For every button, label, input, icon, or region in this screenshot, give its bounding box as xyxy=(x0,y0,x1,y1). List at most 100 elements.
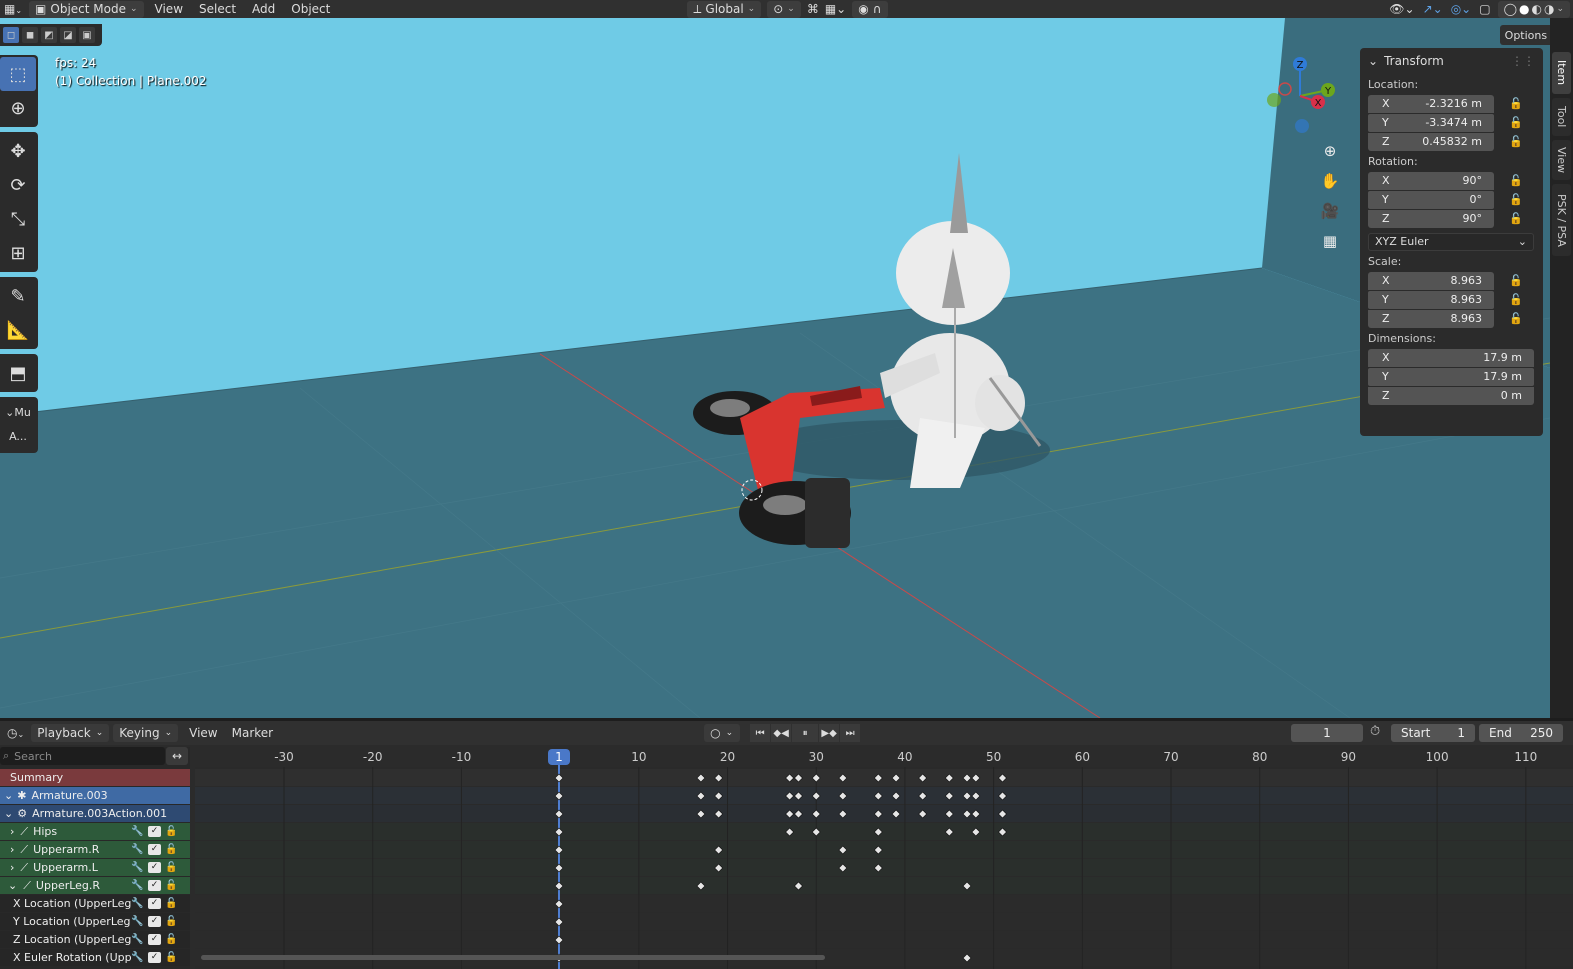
mute-checkbox[interactable]: ✓ xyxy=(148,934,161,945)
fcurve-x-location[interactable]: X Location (UpperLeg 🔧 ✓ 🔓 xyxy=(0,895,190,912)
menu-add[interactable]: Add xyxy=(244,0,283,18)
zoom-icon[interactable]: ⊕ xyxy=(1317,138,1343,164)
scale-y-field[interactable]: Y 8.963 xyxy=(1368,290,1494,309)
select-intersect-icon[interactable]: ▣ xyxy=(79,27,95,43)
chevron-down-icon[interactable]: ⌄ xyxy=(1556,1,1564,18)
keying-menu[interactable]: Keying ⌄ xyxy=(113,724,179,742)
start-frame-field[interactable]: Start 1 xyxy=(1391,724,1475,742)
lock-icon[interactable]: 🔓 xyxy=(165,934,178,945)
wireframe-shading-icon[interactable]: ◯ xyxy=(1504,1,1517,18)
lock-icon[interactable]: 🔓 xyxy=(1506,116,1526,129)
modifier-wrench-icon[interactable]: 🔧 xyxy=(131,952,144,963)
keyframe-area[interactable]: -30 -20 -10 10 20 30 40 50 60 70 80 90 100 110 1 xyxy=(195,747,1573,969)
scale-x-field[interactable]: X 8.963 xyxy=(1368,271,1494,290)
pan-hand-icon[interactable]: ✋ xyxy=(1317,168,1343,194)
pause-icon[interactable]: ⏸ xyxy=(792,724,819,742)
mute-checkbox[interactable]: ✓ xyxy=(148,862,161,873)
modifier-wrench-icon[interactable]: 🔧 xyxy=(131,934,144,945)
channel-group-upperarm-r[interactable]: › ⟋ Upperarm.R 🔧 ✓ 🔓 xyxy=(0,841,190,858)
lock-icon[interactable]: 🔓 xyxy=(165,898,178,909)
location-y-field[interactable]: Y -3.3474 m xyxy=(1368,113,1494,132)
perspective-toggle-icon[interactable]: ▦ xyxy=(1317,228,1343,254)
channel-armature[interactable]: ⌄ ✱ Armature.003 xyxy=(0,787,190,804)
measure-tool-icon[interactable]: 📐 xyxy=(0,313,36,347)
channel-action[interactable]: ⌄ ⚙ Armature.003Action.001 xyxy=(0,805,190,822)
modifier-wrench-icon[interactable]: 🔧 xyxy=(131,880,144,891)
lock-icon[interactable]: 🔓 xyxy=(165,880,178,891)
mini-tool-header[interactable]: ⌄ Mu xyxy=(0,401,36,423)
lock-icon[interactable]: 🔓 xyxy=(1506,212,1526,225)
horizontal-scrollbar[interactable] xyxy=(201,955,825,960)
jump-key-forward-icon[interactable]: ▶◆ xyxy=(819,724,840,742)
channel-group-upperarm-l[interactable]: › ⟋ Upperarm.L 🔧 ✓ 🔓 xyxy=(0,859,190,876)
menu-view[interactable]: View xyxy=(147,0,191,18)
modifier-wrench-icon[interactable]: 🔧 xyxy=(131,916,144,927)
lock-icon[interactable]: 🔓 xyxy=(165,844,178,855)
transform-panel-header[interactable]: ⌄ Transform ⋮⋮ xyxy=(1360,48,1543,74)
mute-checkbox[interactable]: ✓ xyxy=(148,880,161,891)
gizmo-toggle-icon[interactable]: ↗⌄ xyxy=(1419,0,1447,18)
modifier-wrench-icon[interactable]: 🔧 xyxy=(131,826,144,837)
swap-direction-icon[interactable]: ↔ xyxy=(166,747,188,765)
tab-tool[interactable]: Tool xyxy=(1552,98,1571,136)
tab-view[interactable]: View xyxy=(1552,140,1571,180)
move-tool-icon[interactable]: ✥ xyxy=(0,134,36,168)
mute-checkbox[interactable]: ✓ xyxy=(148,898,161,909)
marker-menu[interactable]: Marker xyxy=(225,726,280,740)
proportional-editing-toggle[interactable]: ◉ ∩ xyxy=(852,0,888,18)
scale-tool-icon[interactable]: ⤡ xyxy=(0,202,36,236)
menu-select[interactable]: Select xyxy=(191,0,244,18)
transform-orientation-dropdown[interactable]: ⟂ Global ⌄ xyxy=(687,0,762,18)
auto-keying-toggle[interactable]: ○ ⌄ xyxy=(704,724,741,742)
lock-icon[interactable]: 🔓 xyxy=(1506,174,1526,187)
modifier-wrench-icon[interactable]: 🔧 xyxy=(131,844,144,855)
cursor-tool-icon[interactable]: ⊕ xyxy=(0,91,36,125)
timeline-editor-type-button[interactable]: ◷⌄ xyxy=(0,726,31,740)
channel-group-hips[interactable]: › ⟋ Hips 🔧 ✓ 🔓 xyxy=(0,823,190,840)
dopesheet-canvas[interactable]: -30 -20 -10 10 20 30 40 50 60 70 80 90 100 110 1 xyxy=(195,747,1573,969)
dimensions-z-field[interactable]: Z0 m xyxy=(1368,386,1534,405)
lock-icon[interactable]: 🔓 xyxy=(165,826,178,837)
timeline-view-menu[interactable]: View xyxy=(182,726,224,740)
jump-end-icon[interactable]: ⏭ xyxy=(840,724,861,742)
lock-icon[interactable]: 🔓 xyxy=(1506,193,1526,206)
mini-tool-button[interactable]: A... xyxy=(0,423,36,449)
snap-target-icon[interactable]: ▦⌄ xyxy=(822,0,849,18)
frame-ruler[interactable] xyxy=(195,747,1573,767)
modifier-wrench-icon[interactable]: 🔧 xyxy=(131,898,144,909)
scale-z-field[interactable]: Z 8.963 xyxy=(1368,309,1494,328)
playback-menu[interactable]: Playback ⌄ xyxy=(31,724,110,742)
modifier-wrench-icon[interactable]: 🔧 xyxy=(131,862,144,873)
rotation-y-field[interactable]: Y 0° xyxy=(1368,190,1494,209)
mute-checkbox[interactable]: ✓ xyxy=(148,916,161,927)
add-cube-tool-icon[interactable]: ⬒ xyxy=(0,356,36,390)
lock-icon[interactable]: 🔓 xyxy=(1506,135,1526,148)
location-z-field[interactable]: Z 0.45832 m xyxy=(1368,132,1494,151)
select-invert-icon[interactable]: ◪ xyxy=(60,27,76,43)
select-extend-icon[interactable]: ◼ xyxy=(22,27,38,43)
lock-icon[interactable]: 🔓 xyxy=(1506,97,1526,110)
mute-checkbox[interactable]: ✓ xyxy=(148,826,161,837)
channel-summary[interactable]: Summary xyxy=(0,769,190,786)
navigation-gizmo[interactable]: Z Y X xyxy=(1262,56,1342,136)
mode-dropdown[interactable]: ▣ Object Mode ⌄ xyxy=(29,0,144,18)
channel-search-input[interactable]: ⌕ Search xyxy=(0,747,165,765)
lock-icon[interactable]: 🔓 xyxy=(165,862,178,873)
mute-checkbox[interactable]: ✓ xyxy=(148,952,161,963)
rendered-shading-icon[interactable]: ◑ xyxy=(1544,1,1554,18)
material-shading-icon[interactable]: ◐ xyxy=(1531,1,1541,18)
rotate-tool-icon[interactable]: ⟳ xyxy=(0,168,36,202)
shading-buttons[interactable]: ◯ ● ◐ ◑ ⌄ xyxy=(1497,0,1570,18)
3d-viewport[interactable]: ◻ ◼ ◩ ◪ ▣ ⬚ ⊕ ✥ ⟳ ⤡ ⊞ ✎ 📐 ⬒ ⌄ Mu A... fps… xyxy=(0,18,1550,718)
end-frame-field[interactable]: End 250 xyxy=(1479,724,1563,742)
lock-icon[interactable]: 🔓 xyxy=(165,952,178,963)
preview-range-icon[interactable]: ⏱ xyxy=(1370,724,1380,739)
visibility-icon[interactable]: 👁⌄ xyxy=(1385,0,1418,18)
rotation-mode-dropdown[interactable]: XYZ Euler ⌄ xyxy=(1368,232,1534,251)
rotation-z-field[interactable]: Z 90° xyxy=(1368,209,1494,228)
lock-icon[interactable]: 🔓 xyxy=(1506,312,1526,325)
lock-icon[interactable]: 🔓 xyxy=(1506,293,1526,306)
tab-psk-psa[interactable]: PSK / PSA xyxy=(1552,184,1571,256)
fcurve-y-location[interactable]: Y Location (UpperLeg 🔧 ✓ 🔓 xyxy=(0,913,190,930)
lock-icon[interactable]: 🔓 xyxy=(165,916,178,927)
